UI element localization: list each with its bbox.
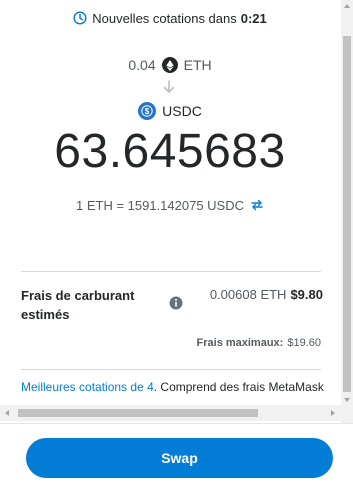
- source-amount: 0.04 ETH: [0, 55, 340, 75]
- destination-amount: 63.645683: [54, 125, 286, 178]
- info-icon[interactable]: [169, 296, 183, 310]
- scroll-left-icon[interactable]: [5, 410, 9, 416]
- horizontal-scrollbar-thumb[interactable]: [18, 409, 258, 417]
- exchange-rate-text: 1 ETH = 1591.142075 USDC: [75, 197, 245, 213]
- timer-label: Nouvelles cotations dans: [92, 10, 237, 26]
- quotes-info: Meilleures cotations de 4. Comprend des …: [21, 380, 351, 398]
- quotes-info-text: . Comprend des frais MetaMask: [153, 380, 324, 394]
- exchange-rate: 1 ETH = 1591.142075 USDC: [0, 196, 340, 214]
- vertical-scrollbar[interactable]: [341, 0, 353, 423]
- vertical-scrollbar-thumb[interactable]: [343, 36, 351, 392]
- best-quotes-link[interactable]: Meilleures cotations de 4: [21, 380, 154, 394]
- source-symbol: ETH: [183, 57, 212, 73]
- destination-token: $ USDC: [0, 101, 340, 121]
- swap-quote-panel: Nouvelles cotations dans 0:21 0.04 ETH $…: [0, 0, 353, 423]
- gas-fee-fiat: $9.80: [290, 287, 323, 302]
- gas-fee-eth: 0.00608 ETH: [209, 287, 287, 302]
- scroll-up-icon[interactable]: [344, 4, 350, 8]
- scroll-down-icon[interactable]: [344, 398, 350, 402]
- timer-countdown: 0:21: [240, 10, 267, 26]
- max-fee-value: $19.60: [287, 337, 321, 349]
- horizontal-scrollbar[interactable]: [0, 405, 341, 421]
- source-amount-value: 0.04: [128, 57, 156, 73]
- destination-symbol: USDC: [162, 103, 202, 119]
- gas-fee-values: 0.00608 ETH $9.80: [198, 287, 323, 302]
- max-fee: Frais maximaux: $19.60: [150, 337, 321, 349]
- usdc-token-icon: $: [138, 102, 157, 120]
- clock-icon: [73, 11, 87, 25]
- quote-timer: Nouvelles cotations dans 0:21: [0, 8, 340, 28]
- footer-divider: [0, 423, 353, 424]
- divider: [21, 271, 321, 272]
- swap-arrows-icon[interactable]: [250, 198, 264, 212]
- swap-button[interactable]: Swap: [26, 438, 333, 478]
- svg-text:$: $: [145, 107, 150, 116]
- max-fee-label: Frais maximaux:: [196, 337, 284, 349]
- eth-token-icon: [161, 57, 178, 73]
- scroll-right-icon[interactable]: [331, 410, 335, 416]
- arrow-down-icon: [163, 80, 175, 93]
- divider: [21, 369, 321, 370]
- gas-fee-label: Frais de carburant estimés: [21, 288, 135, 322]
